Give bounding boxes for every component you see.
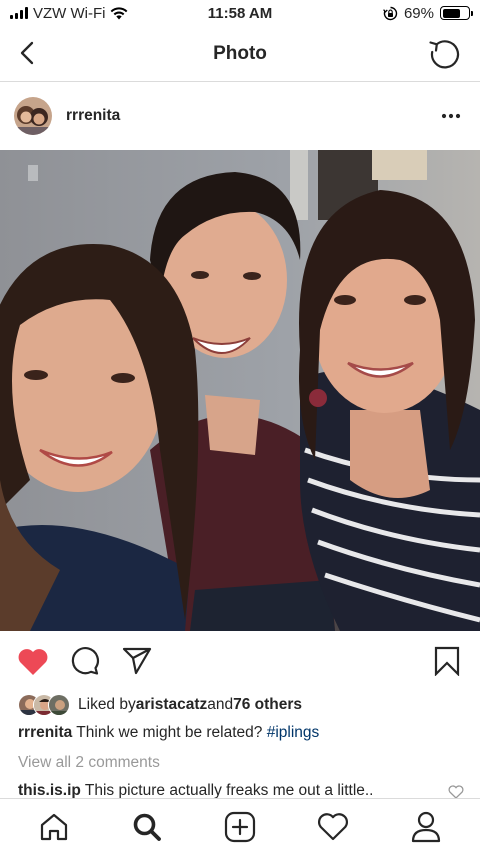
more-horizontal-icon [441,113,461,119]
wifi-icon [111,6,128,19]
tab-new-post[interactable] [218,805,262,849]
view-all-comments-link[interactable]: View all 2 comments [18,754,160,772]
status-right: 69% [383,4,473,22]
caption: rrrenita Think we might be related? #ipl… [18,724,319,742]
caption-text: Think we might be related? [72,724,267,741]
likes-prefix: Liked by [78,696,136,713]
liked-by-user[interactable]: aristacatz [136,696,208,714]
avatar[interactable] [14,97,52,135]
status-bar: VZW Wi-Fi 11:58 AM 69% [0,0,480,26]
post-actions [0,631,480,691]
status-left: VZW Wi-Fi [10,5,128,22]
liker-avatar [48,694,70,716]
battery-percent: 69% [403,4,434,22]
share-icon [122,647,152,675]
nav-bar: Photo [0,26,480,82]
new-post-icon [224,811,256,842]
post-username[interactable]: rrrenita [66,107,436,125]
tab-activity[interactable] [311,805,355,849]
battery-icon [440,6,473,20]
comment-text: This picture actually freaks me out a li… [80,782,374,799]
tab-search[interactable] [125,805,169,849]
avatar-image [14,97,52,135]
comment-icon [71,647,99,675]
bookmark-icon [434,646,460,676]
comment-username[interactable]: this.is.ip [18,782,81,799]
battery-fill [442,8,460,18]
page-title: Photo [213,42,267,64]
selfie-illustration [0,150,480,631]
heart-filled-icon [18,648,48,675]
tab-bar [0,798,480,854]
likes-middle: and [207,696,234,713]
comment-heart-icon[interactable] [448,785,464,799]
post-photo[interactable] [0,150,480,631]
like-button[interactable] [14,642,52,680]
signal-icon [10,7,28,19]
post-header: rrrenita [0,82,480,150]
likes-others[interactable]: 76 others [233,696,302,714]
home-icon [41,813,68,840]
refresh-icon [429,40,460,69]
chevron-left-icon [20,41,34,65]
more-options-button[interactable] [436,101,466,131]
carrier-label: VZW Wi-Fi [33,4,106,22]
activity-icon [317,813,348,841]
save-button[interactable] [428,642,466,680]
refresh-button[interactable] [426,36,462,72]
search-icon [133,813,162,841]
back-button[interactable] [12,38,42,68]
profile-icon [411,811,440,842]
caption-hashtag[interactable]: #iplings [267,724,320,741]
comment-button[interactable] [66,642,104,680]
tab-home[interactable] [32,805,76,849]
share-button[interactable] [118,642,156,680]
tab-profile[interactable] [404,805,448,849]
caption-username[interactable]: rrrenita [18,724,72,741]
liker-avatars [18,694,70,716]
orientation-lock-icon [383,6,398,20]
likes-row[interactable]: Liked by aristacatz and 76 others [18,691,302,719]
